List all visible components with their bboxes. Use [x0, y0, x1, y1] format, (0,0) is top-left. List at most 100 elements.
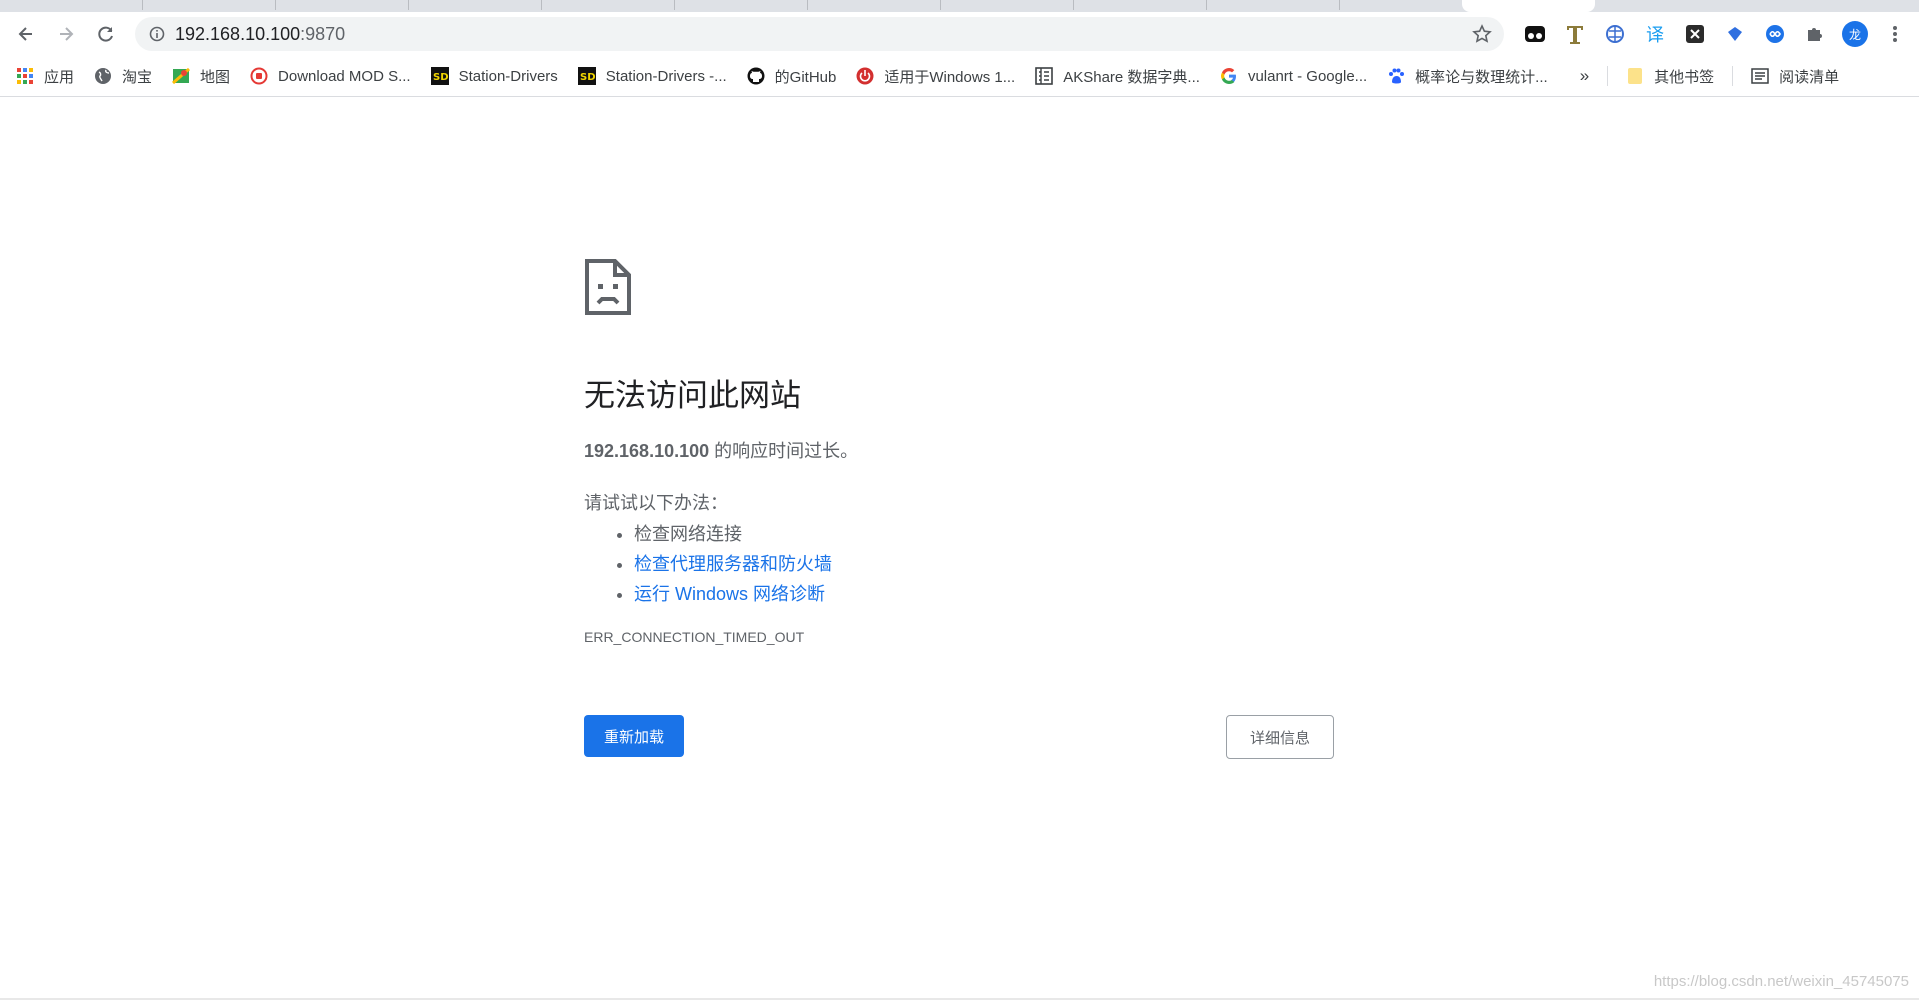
bookmark-label: 淘宝 [122, 68, 153, 86]
suggestion-check-proxy: 检查代理服务器和防火墙 [634, 549, 1335, 579]
bookmark-github[interactable]: 的GitHub [737, 60, 847, 92]
bookmark-akshare[interactable]: AKShare 数据字典... [1025, 60, 1210, 92]
svg-text:SD: SD [580, 72, 596, 83]
error-message: 192.168.10.100 的响应时间过长。 [584, 437, 1335, 463]
svg-text:SD: SD [433, 72, 449, 83]
error-host: 192.168.10.100 [584, 441, 710, 461]
chevron-double-right-icon: » [1579, 66, 1590, 85]
tab-strip [0, 0, 1919, 12]
bookmark-taobao[interactable]: 淘宝 [84, 60, 162, 92]
bookmark-label: vulanrt - Google... [1247, 67, 1368, 85]
reading-list-icon [1751, 67, 1769, 85]
bookmark-label: 的GitHub [774, 68, 837, 86]
bookmark-label: Station-Drivers -... [605, 67, 727, 85]
suggestions-heading: 请试试以下办法： [584, 493, 728, 513]
github-icon [747, 67, 765, 85]
suggestion-text: 检查网络连接 [634, 524, 742, 544]
extension-tampermonkey-icon[interactable] [1515, 14, 1555, 54]
extension-translate-icon[interactable]: 译 [1635, 14, 1675, 54]
extension-x-icon[interactable] [1675, 14, 1715, 54]
error-title: 无法访问此网站 [584, 378, 801, 413]
url-port: :9870 [300, 23, 346, 44]
bookmark-label: 适用于Windows 1... [884, 68, 1016, 86]
power-icon [856, 67, 874, 85]
apps-grid-icon [16, 67, 34, 85]
url-host: 192.168.10.100 [175, 23, 301, 44]
check-proxy-link[interactable]: 检查代理服务器和防火墙 [634, 554, 832, 574]
forward-button[interactable] [46, 14, 86, 54]
sad-page-icon [584, 258, 632, 316]
bookmark-star-icon[interactable] [1472, 24, 1492, 48]
red-circle-icon [250, 67, 268, 85]
bookmarks-bar: 应用 淘宝 地图 Download MOD S... SD Station-Dr… [0, 56, 1919, 97]
bookmark-apps[interactable]: 应用 [0, 60, 84, 92]
site-info-icon[interactable] [149, 26, 165, 42]
bookmark-download-mod[interactable]: Download MOD S... [240, 60, 421, 92]
error-page: 无法访问此网站 192.168.10.100 的响应时间过长。 请试试以下办法：… [584, 258, 1335, 759]
bookmark-label: Station-Drivers [458, 67, 558, 85]
bookmarks-divider [1607, 66, 1609, 86]
bookmark-label: Download MOD S... [278, 67, 411, 85]
tab-divider [1073, 0, 1074, 10]
watermark: https://blog.csdn.net/weixin_45745075 [1653, 973, 1909, 990]
profile-avatar[interactable]: 龙 [1835, 14, 1875, 54]
suggestions-list: 检查网络连接 检查代理服务器和防火墙 运行 Windows 网络诊断 [584, 519, 1335, 609]
extension-translate-globe-icon[interactable] [1595, 14, 1635, 54]
extension-infinity-icon[interactable] [1755, 14, 1795, 54]
tab-divider [1206, 0, 1207, 10]
reload-button[interactable] [86, 14, 126, 54]
browser-toolbar: 192.168.10.100:9870 译 龙 [0, 12, 1919, 56]
bookmark-probability[interactable]: 概率论与数理统计... [1377, 60, 1558, 92]
extension-t-icon[interactable] [1555, 14, 1595, 54]
error-code: ERR_CONNECTION_TIMED_OUT [584, 629, 805, 645]
bookmark-google-search[interactable]: vulanrt - Google... [1210, 60, 1377, 92]
bookmark-label: AKShare 数据字典... [1063, 68, 1200, 86]
bookmark-label: 概率论与数理统计... [1415, 68, 1548, 86]
tab-divider [674, 0, 675, 10]
tab-divider [1339, 0, 1340, 10]
folder-icon [1626, 67, 1644, 85]
bookmarks-more-button[interactable]: » [1570, 60, 1599, 92]
bookmark-station-drivers-2[interactable]: SD Station-Drivers -... [568, 60, 737, 92]
back-arrow-icon [18, 27, 32, 41]
back-button[interactable] [6, 14, 46, 54]
extensions-puzzle-icon[interactable] [1795, 14, 1835, 54]
button-row: 重新加载 详细信息 [584, 715, 1335, 759]
address-bar[interactable]: 192.168.10.100:9870 [135, 17, 1504, 51]
bookmark-station-drivers[interactable]: SD Station-Drivers [421, 60, 568, 92]
suggestion-check-network: 检查网络连接 [634, 519, 1335, 549]
details-button[interactable]: 详细信息 [1226, 715, 1334, 759]
reading-list-label: 阅读清单 [1779, 68, 1840, 86]
tab-divider [408, 0, 409, 10]
tab-divider [807, 0, 808, 10]
other-bookmarks-folder[interactable]: 其他书签 [1616, 60, 1724, 92]
bookmark-label: 应用 [44, 68, 75, 86]
baidu-icon [1387, 67, 1405, 85]
bookmark-windows[interactable]: 适用于Windows 1... [846, 60, 1025, 92]
google-icon [1220, 67, 1238, 85]
tab-divider [541, 0, 542, 10]
suggestion-run-diagnostics: 运行 Windows 网络诊断 [634, 579, 1335, 609]
bookmark-maps[interactable]: 地图 [162, 60, 240, 92]
extension-gem-icon[interactable] [1715, 14, 1755, 54]
error-message-text: 的响应时间过长。 [709, 441, 859, 461]
maps-icon [172, 67, 191, 85]
url-text[interactable]: 192.168.10.100:9870 [175, 24, 345, 45]
active-tab[interactable] [1462, 0, 1595, 12]
tab-divider [940, 0, 941, 10]
reading-list-button[interactable]: 阅读清单 [1741, 60, 1849, 92]
browser-menu-icon[interactable] [1875, 14, 1915, 54]
forward-arrow-icon [60, 27, 74, 41]
extensions-area: 译 龙 [1515, 12, 1915, 56]
tab-divider [142, 0, 143, 10]
sd-icon: SD [577, 67, 596, 85]
reload-page-button[interactable]: 重新加载 [584, 715, 685, 757]
globe-icon [94, 67, 112, 85]
sd-icon: SD [430, 67, 449, 85]
bookmarks-divider [1732, 66, 1734, 86]
tab-divider [275, 0, 276, 10]
bookmark-label: 地图 [200, 68, 231, 86]
profile-initial: 龙 [1842, 21, 1868, 47]
run-diagnostics-link[interactable]: 运行 Windows 网络诊断 [634, 584, 825, 604]
other-bookmarks-label: 其他书签 [1654, 68, 1715, 86]
